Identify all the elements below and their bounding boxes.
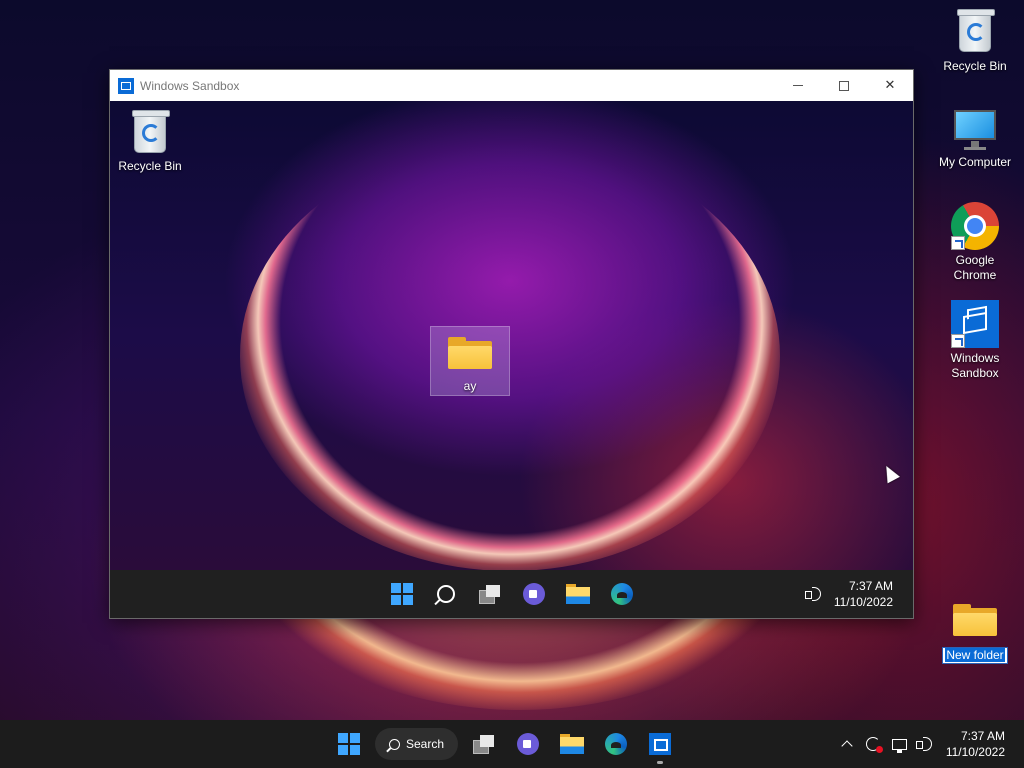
- folder-icon: [566, 584, 590, 604]
- window-titlebar[interactable]: Windows Sandbox ✕: [110, 70, 913, 101]
- shortcut-arrow-icon: [951, 334, 965, 348]
- desktop-icon-label: Google Chrome: [953, 253, 997, 282]
- folder-icon: [446, 329, 494, 377]
- sync-status-button[interactable]: [862, 733, 884, 755]
- desktop-icon-label: My Computer: [938, 155, 1012, 169]
- search-label: Search: [406, 737, 445, 751]
- host-taskbar: Search 7:37 AM 11/10/2022: [0, 720, 1024, 768]
- desktop-icon-label: Recycle Bin: [943, 59, 1007, 73]
- task-view-icon: [473, 735, 495, 754]
- desktop-icon-my-computer[interactable]: My Computer: [933, 104, 1017, 170]
- file-explorer-button[interactable]: [550, 722, 594, 766]
- speaker-icon: [805, 587, 823, 601]
- start-button[interactable]: [327, 722, 371, 766]
- minimize-icon: [793, 85, 803, 86]
- chrome-icon: [951, 202, 999, 250]
- notification-dot: [876, 746, 883, 753]
- sandbox-taskbar: 7:37 AM 11/10/2022: [110, 570, 913, 618]
- task-view-icon: [479, 585, 501, 604]
- task-view-button[interactable]: [468, 572, 512, 616]
- clock-time: 7:37 AM: [960, 729, 1005, 743]
- computer-icon: [951, 104, 999, 152]
- sandbox-icon: [649, 733, 672, 755]
- desktop-icon-label: Windows Sandbox: [950, 351, 1000, 380]
- search-icon: [437, 585, 455, 603]
- chat-button[interactable]: [512, 572, 556, 616]
- clock-date: 11/10/2022: [833, 595, 893, 609]
- window-title: Windows Sandbox: [140, 78, 240, 93]
- desktop-icon-new-folder[interactable]: New folder: [933, 596, 1017, 664]
- rename-input[interactable]: New folder: [942, 647, 1008, 664]
- search-button[interactable]: [424, 572, 468, 616]
- folder-icon: [951, 596, 999, 644]
- clock[interactable]: 7:37 AM 11/10/2022: [834, 578, 893, 610]
- edge-icon: [611, 583, 633, 605]
- clock-date: 11/10/2022: [945, 745, 1005, 759]
- folder-icon: [560, 734, 585, 754]
- windows-logo-icon: [338, 733, 360, 755]
- desktop-icon-label: Recycle Bin: [118, 159, 182, 173]
- shortcut-arrow-icon: [951, 236, 965, 250]
- sandbox-desktop-icon-recycle-bin[interactable]: Recycle Bin: [110, 109, 192, 174]
- desktop-icon-windows-sandbox[interactable]: Windows Sandbox: [933, 300, 1017, 381]
- recycle-bin-icon: [126, 109, 174, 157]
- sandbox-icon: [951, 300, 999, 348]
- edge-icon: [605, 733, 628, 755]
- edge-button[interactable]: [600, 572, 644, 616]
- windows-logo-icon: [391, 583, 413, 605]
- chat-icon: [517, 733, 540, 755]
- search-icon: [389, 738, 400, 750]
- network-icon: [891, 738, 907, 753]
- desktop-icon-label: ay: [463, 379, 477, 393]
- sandbox-desktop[interactable]: Recycle Bin ay: [110, 101, 913, 570]
- maximize-button[interactable]: [821, 70, 867, 101]
- close-button[interactable]: ✕: [867, 70, 913, 101]
- search-box[interactable]: Search: [375, 728, 459, 760]
- volume-button[interactable]: [914, 733, 936, 755]
- file-explorer-button[interactable]: [556, 572, 600, 616]
- show-hidden-icons-button[interactable]: [836, 733, 858, 755]
- chat-icon: [523, 583, 545, 605]
- recycle-bin-icon: [951, 8, 999, 56]
- edge-button[interactable]: [594, 722, 638, 766]
- speaker-icon: [916, 737, 934, 751]
- network-button[interactable]: [888, 733, 910, 755]
- maximize-icon: [839, 80, 849, 91]
- clock[interactable]: 7:37 AM 11/10/2022: [946, 728, 1005, 760]
- sandbox-icon: [118, 77, 134, 94]
- desktop-icon-recycle-bin[interactable]: Recycle Bin: [933, 8, 1017, 74]
- desktop-icon-google-chrome[interactable]: Google Chrome: [933, 202, 1017, 283]
- chevron-up-icon: [841, 740, 853, 752]
- start-button[interactable]: [380, 572, 424, 616]
- task-view-button[interactable]: [462, 722, 506, 766]
- volume-button[interactable]: [792, 572, 836, 616]
- chat-button[interactable]: [506, 722, 550, 766]
- running-indicator: [657, 761, 664, 764]
- minimize-button[interactable]: [775, 70, 821, 101]
- sandbox-window[interactable]: Windows Sandbox ✕ Recycle Bin ay 7:37 AM…: [109, 69, 914, 619]
- sandbox-desktop-icon-folder-ay[interactable]: ay: [428, 329, 512, 394]
- windows-sandbox-taskbar-button[interactable]: [638, 722, 682, 766]
- clock-time: 7:37 AM: [848, 579, 893, 593]
- close-icon: ✕: [884, 78, 896, 93]
